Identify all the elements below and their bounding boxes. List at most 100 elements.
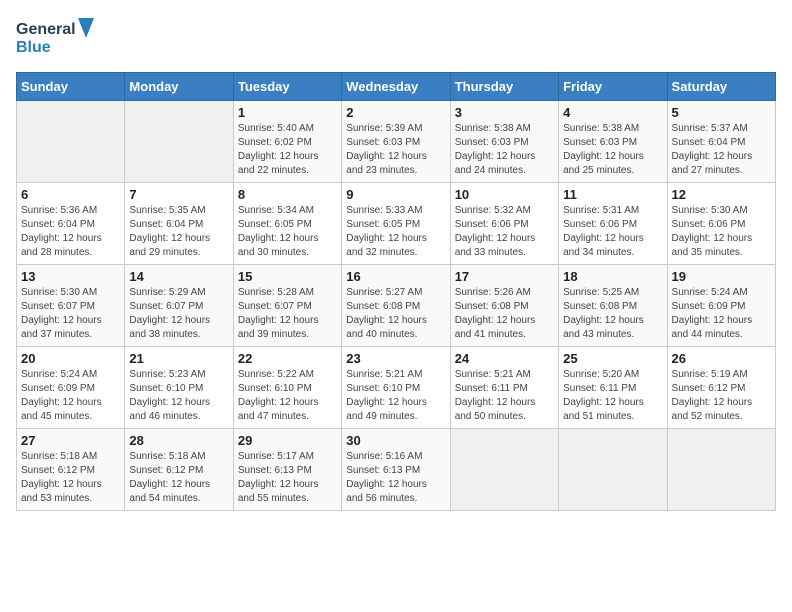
day-number: 21 (129, 351, 228, 366)
day-number: 18 (563, 269, 662, 284)
day-number: 30 (346, 433, 445, 448)
day-detail: Sunrise: 5:22 AM Sunset: 6:10 PM Dayligh… (238, 368, 337, 424)
header-tuesday: Tuesday (233, 73, 341, 101)
day-number: 5 (672, 105, 771, 120)
day-number: 26 (672, 351, 771, 366)
day-detail: Sunrise: 5:34 AM Sunset: 6:05 PM Dayligh… (238, 204, 337, 260)
header-saturday: Saturday (667, 73, 775, 101)
calendar-week-1: 6 Sunrise: 5:36 AM Sunset: 6:04 PM Daylig… (17, 183, 776, 265)
day-number: 4 (563, 105, 662, 120)
day-number: 16 (346, 269, 445, 284)
calendar-cell: 8 Sunrise: 5:34 AM Sunset: 6:05 PM Daylig… (233, 183, 341, 265)
day-detail: Sunrise: 5:21 AM Sunset: 6:10 PM Dayligh… (346, 368, 445, 424)
day-detail: Sunrise: 5:18 AM Sunset: 6:12 PM Dayligh… (21, 450, 120, 506)
day-detail: Sunrise: 5:21 AM Sunset: 6:11 PM Dayligh… (455, 368, 554, 424)
day-detail: Sunrise: 5:26 AM Sunset: 6:08 PM Dayligh… (455, 286, 554, 342)
day-number: 11 (563, 187, 662, 202)
day-detail: Sunrise: 5:31 AM Sunset: 6:06 PM Dayligh… (563, 204, 662, 260)
header-thursday: Thursday (450, 73, 558, 101)
day-detail: Sunrise: 5:29 AM Sunset: 6:07 PM Dayligh… (129, 286, 228, 342)
calendar-cell: 21 Sunrise: 5:23 AM Sunset: 6:10 PM Dayli… (125, 347, 233, 429)
svg-text:General: General (16, 21, 76, 38)
calendar-cell (450, 429, 558, 511)
day-detail: Sunrise: 5:27 AM Sunset: 6:08 PM Dayligh… (346, 286, 445, 342)
day-number: 24 (455, 351, 554, 366)
calendar-cell: 4 Sunrise: 5:38 AM Sunset: 6:03 PM Daylig… (559, 101, 667, 183)
day-number: 2 (346, 105, 445, 120)
calendar-cell: 7Sunrise: 5:35 AM Sunset: 6:04 PM Daylig… (125, 183, 233, 265)
day-number: 8 (238, 187, 337, 202)
day-detail: Sunrise: 5:16 AM Sunset: 6:13 PM Dayligh… (346, 450, 445, 506)
calendar-table: SundayMondayTuesdayWednesdayThursdayFrid… (16, 72, 776, 511)
calendar-cell (559, 429, 667, 511)
header-monday: Monday (125, 73, 233, 101)
day-number: 3 (455, 105, 554, 120)
day-detail: Sunrise: 5:25 AM Sunset: 6:08 PM Dayligh… (563, 286, 662, 342)
day-detail: Sunrise: 5:28 AM Sunset: 6:07 PM Dayligh… (238, 286, 337, 342)
day-detail: Sunrise: 5:30 AM Sunset: 6:06 PM Dayligh… (672, 204, 771, 260)
day-detail: Sunrise: 5:37 AM Sunset: 6:04 PM Dayligh… (672, 122, 771, 178)
day-number: 10 (455, 187, 554, 202)
header: GeneralBlue (16, 16, 776, 60)
day-detail: Sunrise: 5:32 AM Sunset: 6:06 PM Dayligh… (455, 204, 554, 260)
day-detail: Sunrise: 5:24 AM Sunset: 6:09 PM Dayligh… (21, 368, 120, 424)
day-detail: Sunrise: 5:20 AM Sunset: 6:11 PM Dayligh… (563, 368, 662, 424)
day-detail: Sunrise: 5:35 AM Sunset: 6:04 PM Dayligh… (129, 204, 228, 260)
calendar-cell: 22Sunrise: 5:22 AM Sunset: 6:10 PM Dayli… (233, 347, 341, 429)
calendar-cell: 17Sunrise: 5:26 AM Sunset: 6:08 PM Dayli… (450, 265, 558, 347)
calendar-cell: 3 Sunrise: 5:38 AM Sunset: 6:03 PM Daylig… (450, 101, 558, 183)
calendar-week-4: 27 Sunrise: 5:18 AM Sunset: 6:12 PM Dayli… (17, 429, 776, 511)
day-detail: Sunrise: 5:30 AM Sunset: 6:07 PM Dayligh… (21, 286, 120, 342)
calendar-cell: 20 Sunrise: 5:24 AM Sunset: 6:09 PM Dayli… (17, 347, 125, 429)
day-detail: Sunrise: 5:40 AM Sunset: 6:02 PM Dayligh… (238, 122, 337, 178)
calendar-cell: 6 Sunrise: 5:36 AM Sunset: 6:04 PM Daylig… (17, 183, 125, 265)
day-detail: Sunrise: 5:23 AM Sunset: 6:10 PM Dayligh… (129, 368, 228, 424)
calendar-cell: 27 Sunrise: 5:18 AM Sunset: 6:12 PM Dayli… (17, 429, 125, 511)
day-detail: Sunrise: 5:18 AM Sunset: 6:12 PM Dayligh… (129, 450, 228, 506)
day-detail: Sunrise: 5:38 AM Sunset: 6:03 PM Dayligh… (563, 122, 662, 178)
calendar-cell: 9Sunrise: 5:33 AM Sunset: 6:05 PM Daylig… (342, 183, 450, 265)
day-number: 23 (346, 351, 445, 366)
day-number: 13 (21, 269, 120, 284)
day-number: 29 (238, 433, 337, 448)
header-friday: Friday (559, 73, 667, 101)
day-detail: Sunrise: 5:36 AM Sunset: 6:04 PM Dayligh… (21, 204, 120, 260)
calendar-cell: 23 Sunrise: 5:21 AM Sunset: 6:10 PM Dayli… (342, 347, 450, 429)
day-number: 19 (672, 269, 771, 284)
calendar-cell: 24 Sunrise: 5:21 AM Sunset: 6:11 PM Dayli… (450, 347, 558, 429)
calendar-cell: 29 Sunrise: 5:17 AM Sunset: 6:13 PM Dayli… (233, 429, 341, 511)
day-detail: Sunrise: 5:38 AM Sunset: 6:03 PM Dayligh… (455, 122, 554, 178)
day-number: 6 (21, 187, 120, 202)
day-number: 14 (129, 269, 228, 284)
header-sunday: Sunday (17, 73, 125, 101)
calendar-cell: 15 Sunrise: 5:28 AM Sunset: 6:07 PM Dayli… (233, 265, 341, 347)
calendar-cell: 1 Sunrise: 5:40 AM Sunset: 6:02 PM Daylig… (233, 101, 341, 183)
calendar-cell: 11 Sunrise: 5:31 AM Sunset: 6:06 PM Dayli… (559, 183, 667, 265)
day-number: 25 (563, 351, 662, 366)
day-number: 12 (672, 187, 771, 202)
calendar-cell (17, 101, 125, 183)
calendar-week-2: 13 Sunrise: 5:30 AM Sunset: 6:07 PM Dayli… (17, 265, 776, 347)
calendar-week-3: 20 Sunrise: 5:24 AM Sunset: 6:09 PM Dayli… (17, 347, 776, 429)
calendar-cell: 19 Sunrise: 5:24 AM Sunset: 6:09 PM Dayli… (667, 265, 775, 347)
logo-icon: GeneralBlue (16, 16, 96, 60)
day-number: 20 (21, 351, 120, 366)
calendar-cell: 12 Sunrise: 5:30 AM Sunset: 6:06 PM Dayli… (667, 183, 775, 265)
calendar-cell: 10 Sunrise: 5:32 AM Sunset: 6:06 PM Dayli… (450, 183, 558, 265)
day-number: 15 (238, 269, 337, 284)
day-number: 1 (238, 105, 337, 120)
calendar-cell: 26Sunrise: 5:19 AM Sunset: 6:12 PM Dayli… (667, 347, 775, 429)
calendar-cell: 13 Sunrise: 5:30 AM Sunset: 6:07 PM Dayli… (17, 265, 125, 347)
day-detail: Sunrise: 5:33 AM Sunset: 6:05 PM Dayligh… (346, 204, 445, 260)
calendar-cell: 5 Sunrise: 5:37 AM Sunset: 6:04 PM Daylig… (667, 101, 775, 183)
calendar-cell: 25 Sunrise: 5:20 AM Sunset: 6:11 PM Dayli… (559, 347, 667, 429)
day-detail: Sunrise: 5:17 AM Sunset: 6:13 PM Dayligh… (238, 450, 337, 506)
day-number: 28 (129, 433, 228, 448)
calendar-week-0: 1 Sunrise: 5:40 AM Sunset: 6:02 PM Daylig… (17, 101, 776, 183)
svg-text:Blue: Blue (16, 39, 51, 56)
header-wednesday: Wednesday (342, 73, 450, 101)
day-number: 27 (21, 433, 120, 448)
logo: GeneralBlue (16, 16, 96, 60)
calendar-cell: 30 Sunrise: 5:16 AM Sunset: 6:13 PM Dayli… (342, 429, 450, 511)
day-detail: Sunrise: 5:24 AM Sunset: 6:09 PM Dayligh… (672, 286, 771, 342)
